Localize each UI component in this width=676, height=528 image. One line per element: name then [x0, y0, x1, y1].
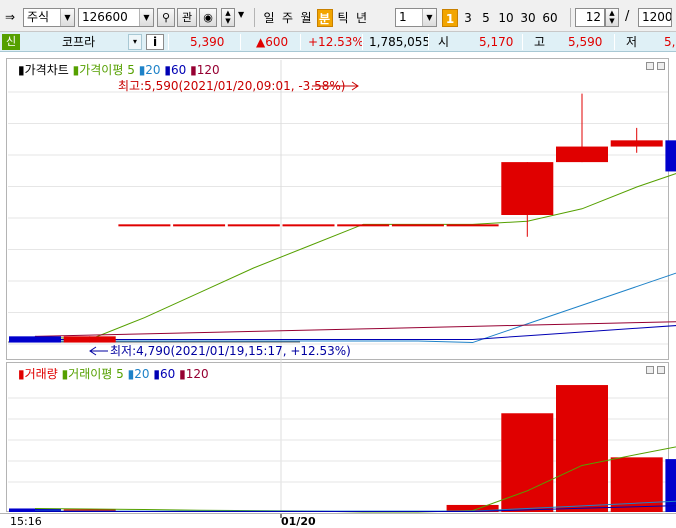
chevron-down-icon[interactable]: ▼: [422, 9, 436, 26]
market-type-value: 주식: [27, 10, 50, 24]
zoom-input[interactable]: 12: [575, 8, 605, 27]
price-legend-ma60: 60: [171, 63, 187, 77]
interval-select[interactable]: 1 ▼: [395, 8, 437, 27]
market-type-select[interactable]: 주식 ▼: [23, 8, 75, 27]
quick-interval-60[interactable]: 60: [540, 9, 560, 27]
chevron-down-icon[interactable]: ▼: [238, 10, 244, 19]
x-axis-line: [0, 513, 676, 514]
price-legend-ma-label: 가격이평: [79, 63, 124, 77]
x-axis: 15:16 01/20: [10, 513, 316, 528]
volume-legend: ▮거래량 ▮거래이평 5 ▮20 ▮60 ▮120: [18, 365, 209, 382]
price-change-pct: +12.53%: [308, 35, 364, 49]
current-price: 5,390: [190, 35, 225, 49]
stock-name: 코프라: [62, 35, 96, 49]
zoom-divider: /: [625, 9, 630, 24]
period-tab-2[interactable]: 월: [298, 9, 314, 27]
price-change: ▲600: [256, 35, 289, 49]
quote-bar: 신 코프라 ▾ i 5,390 ▲600 +12.53% 1,785,055 시…: [0, 32, 676, 52]
period-tab-1[interactable]: 주: [280, 9, 296, 27]
panel-minimize-icon[interactable]: [646, 366, 654, 374]
panel-close-icon[interactable]: [657, 62, 665, 70]
toolbar-divider: [254, 8, 255, 27]
chevron-down-icon[interactable]: ▼: [60, 9, 74, 26]
credit-badge: 신: [2, 34, 20, 50]
price-legend-ma5: 5: [127, 63, 135, 77]
stock-stepper[interactable]: ▲ ▼: [221, 8, 235, 27]
price-legend-ma20: 20: [145, 63, 161, 77]
volume-legend-main: 거래량: [24, 367, 58, 381]
legend-marker: ▮: [190, 63, 197, 77]
trade-volume: 1,785,055: [369, 35, 431, 49]
quick-interval-3[interactable]: 3: [460, 9, 476, 27]
interest-button[interactable]: 관: [177, 8, 197, 27]
price-legend-ma120: 120: [196, 63, 220, 77]
quick-interval-10[interactable]: 10: [496, 9, 516, 27]
toolbar-divider: [570, 8, 571, 27]
low-price: 5,: [664, 35, 676, 49]
open-price: 5,170: [479, 35, 514, 49]
stock-code-input[interactable]: 126600 ▼: [78, 8, 154, 27]
legend-marker: ▮: [153, 367, 160, 381]
x-axis-label: 15:16: [10, 515, 42, 528]
volume-legend-ma20: 20: [134, 367, 150, 381]
menu-arrow-icon[interactable]: ⇒: [5, 10, 21, 24]
panel-minimize-icon[interactable]: [646, 62, 654, 70]
quote-separator: [522, 34, 523, 50]
info-button[interactable]: i: [146, 34, 164, 50]
stock-name-dropdown[interactable]: ▾: [128, 34, 142, 50]
zoom-value: 12: [585, 10, 601, 24]
period-tab-4[interactable]: 틱: [335, 9, 351, 27]
settings-disc-icon[interactable]: ◉: [199, 8, 217, 27]
volume-legend-ma120: 120: [185, 367, 209, 381]
period-tab-3[interactable]: 분: [316, 9, 333, 27]
zoom-stepper[interactable]: ▲ ▼: [605, 8, 619, 27]
quick-interval-30[interactable]: 30: [518, 9, 538, 27]
legend-marker: ▮: [18, 63, 25, 77]
quote-separator: [240, 34, 241, 50]
low-label: 저: [626, 35, 638, 49]
stock-code-value: 126600: [82, 10, 128, 24]
volume-chart-panel[interactable]: [6, 362, 669, 512]
quick-interval-5[interactable]: 5: [478, 9, 494, 27]
volume-legend-ma60: 60: [159, 367, 176, 381]
price-chart-panel[interactable]: [6, 58, 669, 360]
quick-interval-1[interactable]: 1: [442, 9, 458, 27]
chart-toolbar: ⇒ 주식 ▼ 126600 ▼ ⚲ 관 ◉ ▲ ▼ ▼ 일주월분틱년 1 ▼ 13…: [0, 0, 676, 32]
total-count-input[interactable]: 1200: [638, 8, 672, 27]
search-icon[interactable]: ⚲: [157, 8, 175, 27]
interval-value: 1: [399, 10, 407, 24]
volume-legend-ma-label: 거래이평: [68, 367, 113, 381]
quote-separator: [362, 34, 363, 50]
high-price: 5,590: [568, 35, 603, 49]
chevron-down-icon[interactable]: ▼: [139, 9, 153, 26]
price-legend: ▮가격차트 ▮가격이평 5 ▮20 ▮60 ▮120: [18, 61, 220, 78]
panel-close-icon[interactable]: [657, 366, 665, 374]
x-axis-label: 01/20: [281, 515, 316, 528]
high-label: 고: [534, 35, 546, 49]
quote-separator: [168, 34, 169, 50]
total-count-value: 1200: [642, 10, 672, 24]
quote-separator: [300, 34, 301, 50]
period-tab-5[interactable]: 년: [354, 9, 370, 27]
price-legend-main: 가격차트: [24, 63, 69, 77]
period-tab-0[interactable]: 일: [261, 9, 277, 27]
quote-separator: [428, 34, 429, 50]
volume-legend-ma5: 5: [116, 367, 124, 381]
legend-marker: ▮: [179, 367, 186, 381]
legend-marker: ▮: [18, 367, 25, 381]
open-label: 시: [438, 35, 450, 49]
quote-separator: [614, 34, 615, 50]
